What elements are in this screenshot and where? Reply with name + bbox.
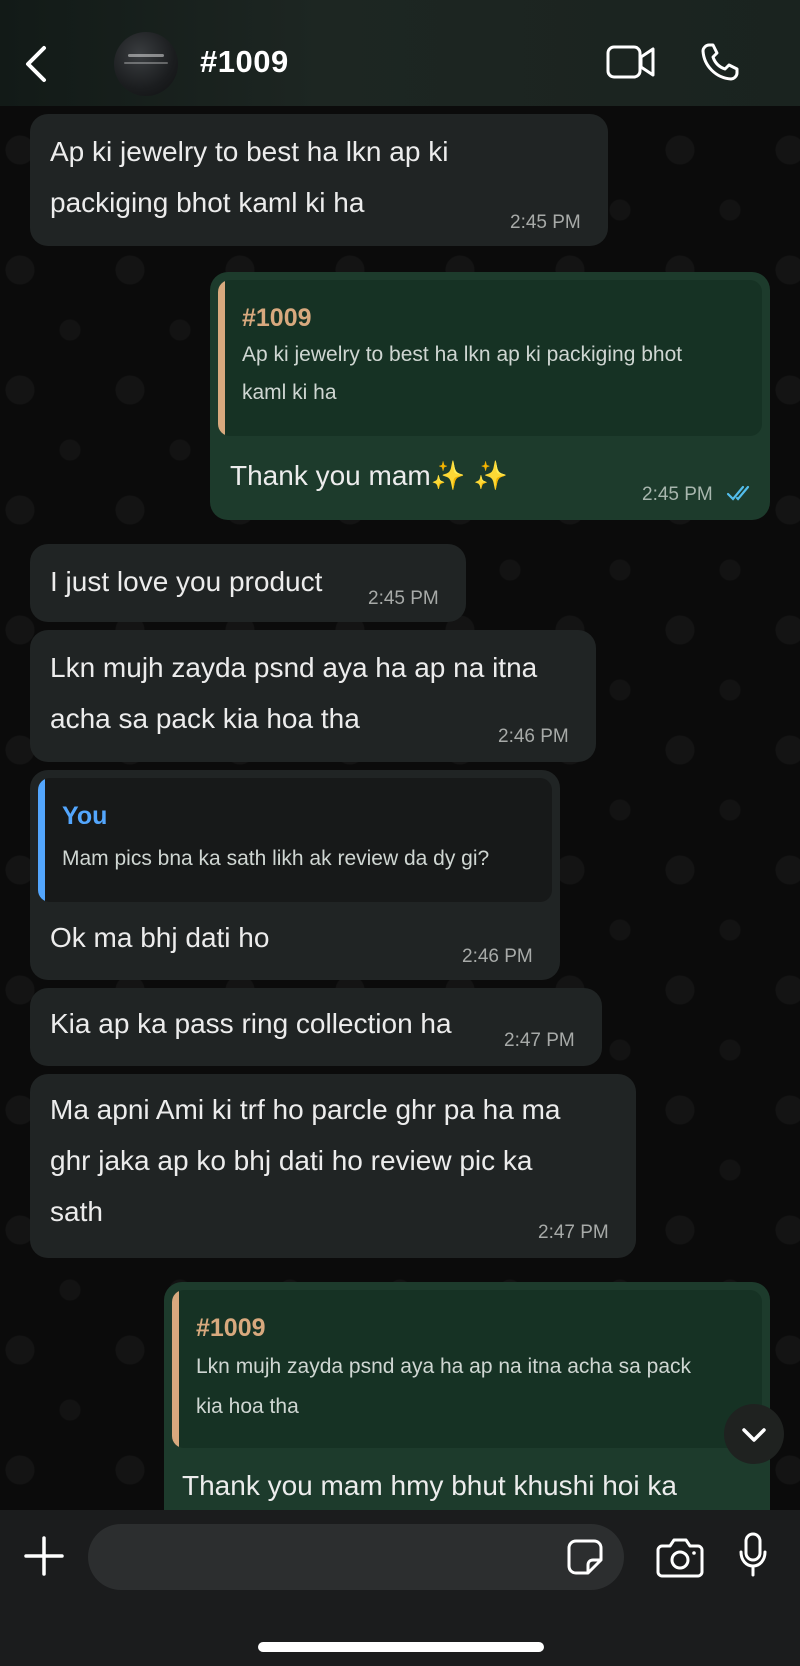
- message-text: Ap ki jewelry to best ha lkn ap ki: [50, 136, 449, 167]
- sticker-icon[interactable]: [566, 1538, 604, 1576]
- message-text: packiging bhot kaml ki ha: [50, 187, 365, 218]
- message-bubble-incoming[interactable]: Ap ki jewelry to best ha lkn ap ki packi…: [30, 114, 608, 246]
- home-indicator[interactable]: [258, 1642, 544, 1652]
- message-bubble-outgoing[interactable]: #1009 Lkn mujh zayda psnd aya ha ap na i…: [164, 1282, 770, 1542]
- microphone-icon[interactable]: [738, 1532, 768, 1578]
- scroll-to-bottom-button[interactable]: [724, 1404, 784, 1464]
- quote-author: #1009: [196, 1314, 266, 1342]
- message-text: Thank you mam hmy bhut khushi hoi ka: [182, 1470, 677, 1501]
- message-text: Lkn mujh zayda psnd aya ha ap na itna: [50, 652, 538, 683]
- message-text: I just love you product: [50, 566, 323, 597]
- message-text: ghr jaka ap ko bhj dati ho review pic ka: [50, 1145, 533, 1176]
- message-text: sath: [50, 1196, 103, 1227]
- message-bubble-incoming[interactable]: You Mam pics bna ka sath likh ak review …: [30, 770, 560, 980]
- message-timestamp: 2:45 PM: [368, 588, 439, 609]
- phone-icon[interactable]: [700, 42, 740, 82]
- quote-text: Mam pics bna ka sath likh ak review da d…: [62, 847, 490, 870]
- message-timestamp: 2:46 PM: [462, 946, 533, 967]
- message-bubble-incoming[interactable]: Kia ap ka pass ring collection ha 2:47 P…: [30, 988, 602, 1066]
- quote-author: #1009: [242, 304, 312, 332]
- quote-author: You: [62, 802, 108, 830]
- quoted-message[interactable]: You Mam pics bna ka sath likh ak review …: [38, 778, 552, 902]
- quote-text: Ap ki jewelry to best ha lkn ap ki packi…: [242, 343, 683, 366]
- avatar[interactable]: [114, 32, 178, 96]
- message-text: Kia ap ka pass ring collection ha: [50, 1008, 452, 1039]
- message-composer: [0, 1510, 800, 1666]
- quote-text: kia hoa tha: [196, 1395, 299, 1418]
- quote-text: kaml ki ha: [242, 381, 337, 404]
- camera-icon[interactable]: [656, 1536, 704, 1578]
- quote-text: Lkn mujh zayda psnd aya ha ap na itna ac…: [196, 1355, 691, 1378]
- message-bubble-outgoing[interactable]: #1009 Ap ki jewelry to best ha lkn ap ki…: [210, 272, 770, 520]
- quoted-message[interactable]: #1009 Lkn mujh zayda psnd aya ha ap na i…: [172, 1290, 762, 1448]
- message-bubble-incoming[interactable]: I just love you product 2:45 PM: [30, 544, 466, 622]
- quote-accent-bar: [218, 280, 225, 436]
- plus-icon[interactable]: [24, 1536, 64, 1576]
- chevron-down-icon: [742, 1428, 766, 1442]
- message-text: acha sa pack kia hoa tha: [50, 703, 360, 734]
- message-timestamp: 2:47 PM: [504, 1030, 575, 1051]
- quote-accent-bar: [172, 1290, 179, 1448]
- message-timestamp: 2:47 PM: [538, 1222, 609, 1243]
- double-check-icon: [726, 484, 754, 507]
- video-camera-icon[interactable]: [606, 44, 656, 80]
- message-bubble-incoming[interactable]: Lkn mujh zayda psnd aya ha ap na itna ac…: [30, 630, 596, 762]
- message-timestamp: 2:45 PM: [642, 484, 713, 505]
- message-input[interactable]: [88, 1524, 624, 1590]
- message-text: Ma apni Ami ki trf ho parcle ghr pa ha m…: [50, 1094, 561, 1125]
- contact-name[interactable]: #1009: [200, 44, 289, 80]
- quoted-message[interactable]: #1009 Ap ki jewelry to best ha lkn ap ki…: [218, 280, 762, 436]
- message-text: Ok ma bhj dati ho: [50, 922, 270, 953]
- chevron-left-icon[interactable]: [20, 44, 52, 84]
- message-text: Thank you mam✨ ✨: [230, 460, 509, 491]
- message-timestamp: 2:45 PM: [510, 212, 581, 233]
- message-timestamp: 2:46 PM: [498, 726, 569, 747]
- quote-accent-bar: [38, 778, 45, 902]
- chat-header: #1009: [0, 0, 800, 106]
- message-bubble-incoming[interactable]: Ma apni Ami ki trf ho parcle ghr pa ha m…: [30, 1074, 636, 1258]
